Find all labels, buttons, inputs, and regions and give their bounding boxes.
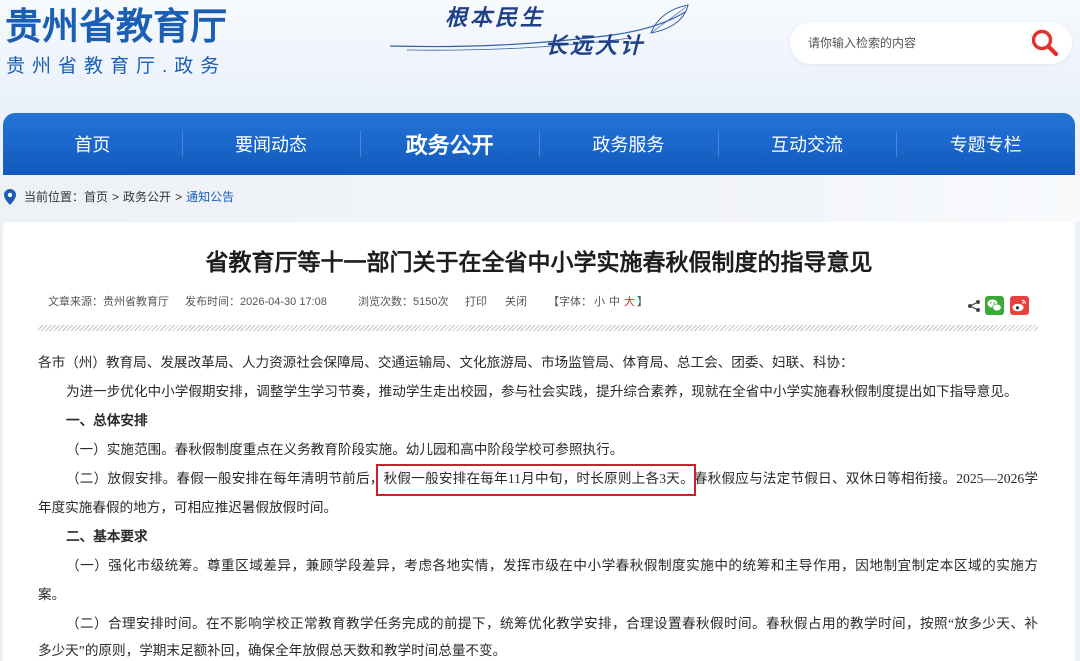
site-subtitle: 贵州省教育厅.政务 xyxy=(6,56,227,77)
breadcrumb-gov-affairs-open[interactable]: 政务公开 xyxy=(123,187,171,207)
weibo-icon[interactable] xyxy=(1010,296,1029,315)
body-line: （一）强化市级统筹。尊重区域差异，兼顾学段差异，考虑各地实情，发挥市级在中小学春… xyxy=(66,558,1038,573)
site-header: 贵州省教育厅 贵州省教育厅.政务 根本民生 长远大计 xyxy=(0,0,1080,113)
article-source: 文章来源：贵州省教育厅 xyxy=(48,296,169,308)
body-line-salutation: 各市（州）教育局、发展改革局、人力资源社会保障局、交通运输局、文化旅游局、市场监… xyxy=(38,355,854,370)
article-publish-time: 发布时间：2026-04-30 17:08 xyxy=(185,296,327,308)
section-heading-basic-requirements: 二、基本要求 xyxy=(66,529,148,544)
close-link[interactable]: 关闭 xyxy=(505,294,527,310)
nav-item-news[interactable]: 要闻动态 xyxy=(181,113,361,175)
highlighted-autumn-break-text: 秋假一般安排在每年11月中旬，时长原则上各3天。 xyxy=(383,471,694,486)
breadcrumb-separator: > xyxy=(175,190,183,204)
nav-item-special-topics[interactable]: 专题专栏 xyxy=(896,113,1075,175)
font-size-large[interactable]: 大 xyxy=(624,296,635,308)
site-title[interactable]: 贵州省教育厅 xyxy=(5,5,227,49)
font-size-small[interactable]: 小 xyxy=(594,296,605,308)
article-title: 省教育厅等十一部门关于在全省中小学实施春秋假制度的指导意见 xyxy=(205,249,873,275)
nav-item-home[interactable]: 首页 xyxy=(3,113,182,175)
breadcrumb-separator: > xyxy=(112,190,120,204)
body-segment: （二）放假安排。春假一般安排在每年清明节前后， xyxy=(66,471,384,486)
slogan-line-2: 长远大计 xyxy=(545,33,646,59)
wechat-icon[interactable] xyxy=(985,296,1004,315)
body-line: 案。 xyxy=(38,587,66,602)
font-size-switcher: 【字体：小中大】 xyxy=(548,294,648,310)
body-line-intro: 为进一步优化中小学假期安排，调整学生学习节奏，推动学生走出校园，参与社会实践，提… xyxy=(66,384,1018,399)
nav-item-gov-affairs-open[interactable]: 政务公开 xyxy=(360,113,539,175)
share-icon[interactable] xyxy=(967,299,981,313)
section-heading-overall-arrangement: 一、总体安排 xyxy=(66,413,148,428)
article-view-count: 浏览次数：5150次 xyxy=(358,296,449,308)
font-size-label-close: 】 xyxy=(637,296,648,308)
breadcrumb: 当前位置： 首页 > 政务公开 > 通知公告 xyxy=(4,187,234,207)
body-line: 年度实施春假的地方，可相应推迟暑假放假时间。 xyxy=(38,500,338,515)
location-pin-icon xyxy=(4,189,16,205)
font-size-label: 【字体： xyxy=(548,296,592,308)
breadcrumb-notices[interactable]: 通知公告 xyxy=(186,187,234,207)
print-link[interactable]: 打印 xyxy=(465,294,487,310)
body-segment: 春秋假应与法定节假日、双休日等相衔接。2025—2026学 xyxy=(693,471,1039,486)
nav-item-gov-services[interactable]: 政务服务 xyxy=(539,113,718,175)
article-panel: 省教育厅等十一部门关于在全省中小学实施春秋假制度的指导意见 文章来源：贵州省教育… xyxy=(3,222,1075,661)
breadcrumb-prefix: 当前位置： xyxy=(24,190,85,204)
article-divider xyxy=(38,325,1038,331)
body-line: （二）合理安排时间。在不影响学校正常教育教学任务完成的前提下，统筹优化教学安排，… xyxy=(66,616,1038,631)
body-line-holiday-schedule: （二）放假安排。春假一般安排在每年清明节前后，秋假一般安排在每年11月中旬，时长… xyxy=(38,464,1038,493)
nav-item-interaction[interactable]: 互动交流 xyxy=(717,113,897,175)
search-button[interactable] xyxy=(1030,28,1060,58)
body-line-scope: （一）实施范围。春秋假制度重点在义务教育阶段实施。幼儿园和高中阶段学校可参照执行… xyxy=(66,442,624,457)
slogan-line-1: 根本民生 xyxy=(445,5,546,31)
font-size-medium[interactable]: 中 xyxy=(609,296,620,308)
search-box xyxy=(790,22,1072,64)
search-icon xyxy=(1031,29,1059,57)
article-body: 各市（州）教育局、发展改革局、人力资源社会保障局、交通运输局、文化旅游局、市场监… xyxy=(38,348,1038,661)
search-input[interactable] xyxy=(808,22,1018,64)
breadcrumb-home[interactable]: 首页 xyxy=(84,187,108,207)
body-line: 多少天”的原则，学期末足额补回，确保全年放假总天数和教学时间总量不变。 xyxy=(38,643,507,658)
main-nav: 首页 要闻动态 政务公开 政务服务 互动交流 专题专栏 xyxy=(3,113,1075,175)
